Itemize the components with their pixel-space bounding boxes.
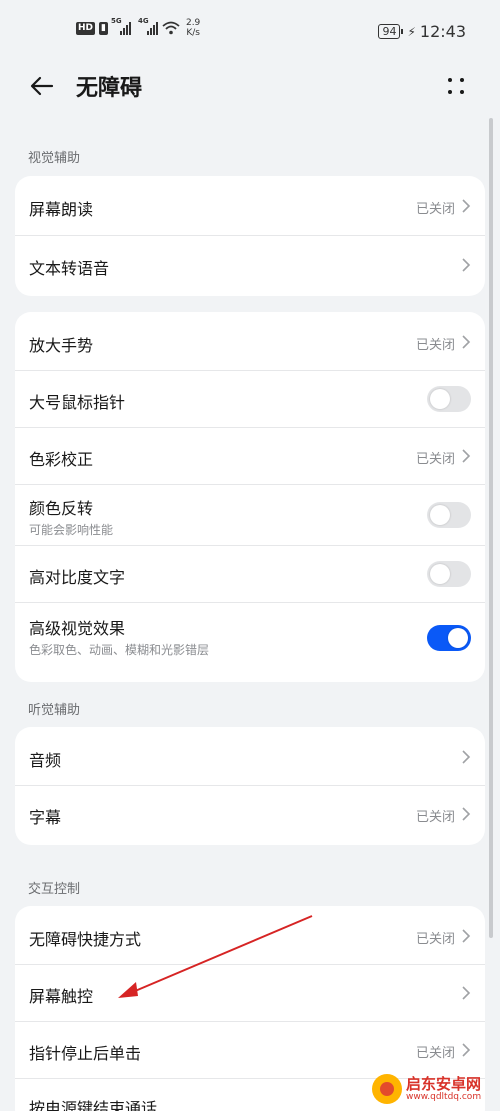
row-value: 已关闭 [415,810,455,825]
color-inversion-toggle[interactable] [427,502,471,528]
clock: 12:43 [419,22,466,41]
row-screen-reader[interactable]: 屏幕朗读 已关闭 [15,176,485,236]
sim2-network-type: 4G [137,17,149,25]
row-magnification-gesture[interactable]: 放大手势 已关闭 [15,312,485,371]
row-subtitle: 可能会影响性能 [29,523,114,537]
sim-badge-icon: ▮ [99,21,108,35]
row-large-pointer[interactable]: 大号鼠标指针 [15,371,485,428]
chevron-right-icon [462,1043,471,1057]
chevron-right-icon [462,449,471,463]
back-arrow-icon[interactable] [28,72,56,100]
row-value: 已关闭 [415,338,455,353]
row-title: 颜色反转 [29,499,94,518]
more-dots-icon[interactable] [444,74,468,98]
status-bar: HD ▮ 5G 4G 2.9 K/s 94 ⚡ 12:43 [0,0,500,64]
status-right: 94 ⚡ 12:43 [378,22,466,41]
chevron-right-icon [462,986,471,1000]
row-text-to-speech[interactable]: 文本转语音 [15,236,485,296]
row-title: 屏幕触控 [29,987,94,1006]
row-dwell-click[interactable]: 指针停止后单击 已关闭 [15,1022,485,1079]
section-header-vision: 视觉辅助 [28,151,81,166]
network-speed-value: 2.9 [185,18,201,28]
row-title: 无障碍快捷方式 [29,930,142,949]
network-speed: 2.9 K/s [186,18,200,38]
row-accessibility-shortcut[interactable]: 无障碍快捷方式 已关闭 [15,906,485,965]
charging-icon: ⚡ [407,24,416,39]
large-pointer-toggle[interactable] [427,386,471,412]
section-header-interaction: 交互控制 [28,882,81,897]
chevron-right-icon [462,199,471,213]
row-value: 已关闭 [415,202,455,217]
row-title: 高对比度文字 [29,568,126,587]
chevron-right-icon [462,750,471,764]
row-color-correction[interactable]: 色彩校正 已关闭 [15,428,485,485]
row-subtitle: 色彩取色、动画、模糊和光影错层 [29,643,210,657]
row-title: 大号鼠标指针 [29,393,126,412]
row-title: 放大手势 [29,336,94,355]
title-bar: 无障碍 [0,64,500,108]
row-title: 屏幕朗读 [29,200,94,219]
row-title: 指针停止后单击 [29,1044,142,1063]
section-header-hearing: 听觉辅助 [28,703,81,718]
battery-icon: 94 [378,24,404,39]
row-color-inversion[interactable]: 颜色反转 可能会影响性能 [15,485,485,546]
network-speed-unit: K/s [186,28,200,38]
card-hearing: 音频 字幕 已关闭 [15,727,485,845]
signal-icon-sim1: 5G [111,17,131,35]
page-title: 无障碍 [76,76,143,101]
wifi-icon [162,21,180,35]
row-high-contrast-text[interactable]: 高对比度文字 [15,546,485,603]
watermark-name: 启东安卓网 [406,1075,482,1093]
signal-icon-sim2: 4G [138,17,158,35]
hd-badge: HD [76,21,96,35]
chevron-right-icon [462,335,471,349]
row-title: 按电源键结束通话 [29,1099,158,1111]
high-contrast-toggle[interactable] [427,561,471,587]
row-value: 已关闭 [415,1046,455,1061]
row-value: 已关闭 [415,932,455,947]
row-audio[interactable]: 音频 [15,727,485,786]
battery-level: 94 [382,25,397,38]
watermark-text: 启东安卓网 www.qdltdq.com [406,1076,481,1102]
watermark: 启东安卓网 www.qdltdq.com [372,1074,481,1104]
row-title: 高级视觉效果 [29,619,126,638]
row-screen-touch[interactable]: 屏幕触控 [15,965,485,1022]
chevron-right-icon [462,929,471,943]
watermark-url: www.qdltdq.com [406,1092,482,1102]
row-title: 音频 [29,751,62,770]
row-title: 字幕 [29,808,62,827]
row-subtitles[interactable]: 字幕 已关闭 [15,786,485,845]
row-advanced-visual-effects[interactable]: 高级视觉效果 色彩取色、动画、模糊和光影错层 [15,603,485,682]
chevron-right-icon [462,258,471,272]
row-title: 色彩校正 [29,450,94,469]
card-vision-2: 放大手势 已关闭 大号鼠标指针 色彩校正 已关闭 颜色反转 可能会影响性能 高对… [15,312,485,682]
advanced-visual-toggle[interactable] [427,625,471,651]
row-value: 已关闭 [415,452,455,467]
chevron-right-icon [462,807,471,821]
card-vision-1: 屏幕朗读 已关闭 文本转语音 [15,176,485,296]
status-left: HD ▮ 5G 4G 2.9 K/s [76,17,200,38]
watermark-logo-icon [372,1074,402,1104]
sim1-network-type: 5G [110,17,122,25]
row-title: 文本转语音 [29,259,110,278]
scrollbar[interactable] [489,118,493,938]
